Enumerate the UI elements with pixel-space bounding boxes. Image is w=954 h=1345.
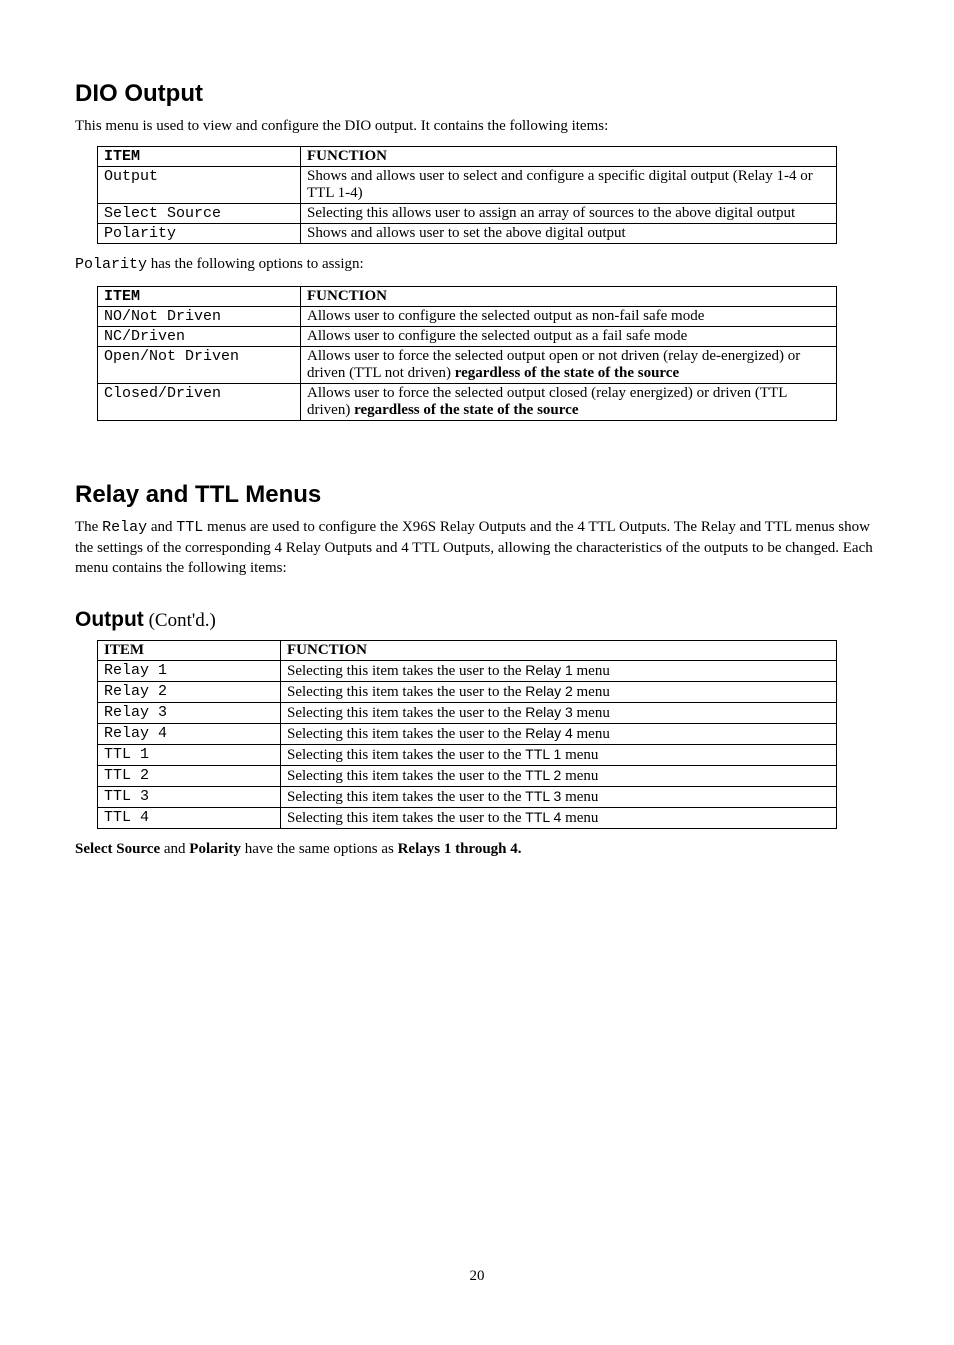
- cell-item: NC/Driven: [98, 326, 301, 346]
- polarity-text: has the following options to assign:: [147, 256, 364, 272]
- page-number: 20: [75, 1268, 879, 1285]
- cell-func: Selecting this item takes the user to th…: [281, 682, 837, 703]
- cell-func: Selecting this item takes the user to th…: [281, 766, 837, 787]
- cell-item: Relay 1: [98, 661, 281, 682]
- table-row: TTL 2 Selecting this item takes the user…: [98, 766, 837, 787]
- cell-item: Relay 4: [98, 724, 281, 745]
- cell-func: Shows and allows user to set the above d…: [301, 224, 837, 244]
- cell-func: Selecting this item takes the user to th…: [281, 745, 837, 766]
- th-item: ITEM: [98, 286, 301, 306]
- cell-func: Selecting this item takes the user to th…: [281, 661, 837, 682]
- cell-item: Select Source: [98, 204, 301, 224]
- table-row: Open/Not Driven Allows user to force the…: [98, 346, 837, 383]
- polarity-code: Polarity: [75, 256, 147, 273]
- contd-label: (Cont'd.): [144, 610, 216, 631]
- polarity-intro: Polarity has the following options to as…: [75, 254, 879, 275]
- table-row: NO/Not Driven Allows user to configure t…: [98, 306, 837, 326]
- cell-func: Allows user to force the selected output…: [301, 346, 837, 383]
- cell-func: Selecting this item takes the user to th…: [281, 808, 837, 829]
- cell-func: Selecting this item takes the user to th…: [281, 787, 837, 808]
- output-label: Output: [75, 608, 144, 631]
- cell-item: Relay 3: [98, 703, 281, 724]
- heading-output-contd: Output (Cont'd.): [75, 608, 879, 632]
- table-row: Relay 1 Selecting this item takes the us…: [98, 661, 837, 682]
- cell-func: Selecting this allows user to assign an …: [301, 204, 837, 224]
- cell-func: Selecting this item takes the user to th…: [281, 724, 837, 745]
- cell-item: Polarity: [98, 224, 301, 244]
- table-row: Polarity Shows and allows user to set th…: [98, 224, 837, 244]
- cell-item: TTL 1: [98, 745, 281, 766]
- cell-func: Allows user to configure the selected ou…: [301, 306, 837, 326]
- cell-item: TTL 4: [98, 808, 281, 829]
- table-row: Relay 4 Selecting this item takes the us…: [98, 724, 837, 745]
- cell-func: Selecting this item takes the user to th…: [281, 703, 837, 724]
- cell-func: Allows user to force the selected output…: [301, 383, 837, 420]
- heading-relay-ttl: Relay and TTL Menus: [75, 481, 879, 509]
- cell-item: TTL 2: [98, 766, 281, 787]
- table-row: Output Shows and allows user to select a…: [98, 167, 837, 204]
- table-row: TTL 1 Selecting this item takes the user…: [98, 745, 837, 766]
- cell-item: Relay 2: [98, 682, 281, 703]
- table-row: NC/Driven Allows user to configure the s…: [98, 326, 837, 346]
- polarity-table: ITEM FUNCTION NO/Not Driven Allows user …: [97, 286, 837, 421]
- th-function: FUNCTION: [301, 286, 837, 306]
- relay-ttl-intro: The Relay and TTL menus are used to conf…: [75, 517, 879, 579]
- cell-item: TTL 3: [98, 787, 281, 808]
- output-table: ITEM FUNCTION Relay 1 Selecting this ite…: [97, 640, 837, 829]
- cell-item: Open/Not Driven: [98, 346, 301, 383]
- cell-func: Shows and allows user to select and conf…: [301, 167, 837, 204]
- table-row: Relay 2 Selecting this item takes the us…: [98, 682, 837, 703]
- heading-dio-output: DIO Output: [75, 80, 879, 108]
- dio-output-intro: This menu is used to view and configure …: [75, 116, 879, 136]
- th-function: FUNCTION: [301, 147, 837, 167]
- select-source-note: Select Source and Polarity have the same…: [75, 839, 879, 859]
- table-row: Select Source Selecting this allows user…: [98, 204, 837, 224]
- table-row: Relay 3 Selecting this item takes the us…: [98, 703, 837, 724]
- th-function: FUNCTION: [281, 641, 837, 661]
- table-row: TTL 3 Selecting this item takes the user…: [98, 787, 837, 808]
- th-item: ITEM: [98, 147, 301, 167]
- cell-func: Allows user to configure the selected ou…: [301, 326, 837, 346]
- table-row: TTL 4 Selecting this item takes the user…: [98, 808, 837, 829]
- th-item: ITEM: [98, 641, 281, 661]
- table-row: Closed/Driven Allows user to force the s…: [98, 383, 837, 420]
- dio-output-table: ITEM FUNCTION Output Shows and allows us…: [97, 146, 837, 244]
- cell-item: NO/Not Driven: [98, 306, 301, 326]
- cell-item: Output: [98, 167, 301, 204]
- cell-item: Closed/Driven: [98, 383, 301, 420]
